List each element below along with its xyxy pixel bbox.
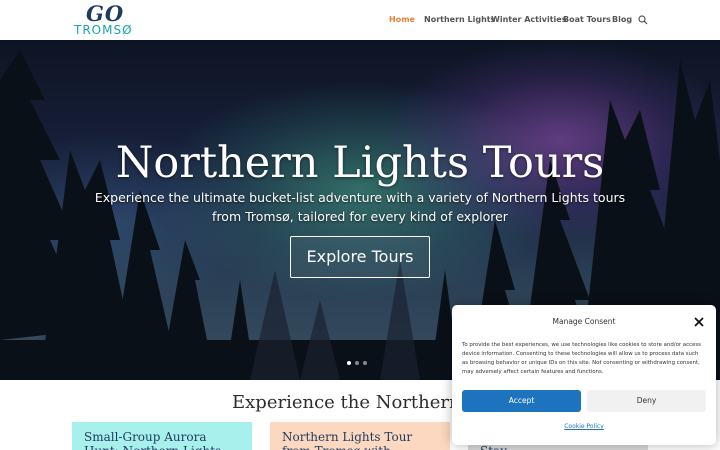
cookie-policy-link[interactable]: Cookie Policy [452, 423, 716, 430]
site-header: GO TROMSØ Home Northern Lights Winter Ac… [0, 0, 720, 40]
nav-winter-activities[interactable]: Winter Activities [491, 15, 566, 24]
slider-dot[interactable] [363, 361, 367, 365]
cookie-consent-dialog: Manage Consent To provide the best exper… [452, 305, 716, 445]
deny-button[interactable]: Deny [587, 390, 706, 412]
tour-card[interactable]: Northern Lights Tour from Tromsø with Un… [270, 422, 450, 450]
section-title: Experience the Northern Li [232, 392, 485, 413]
slider-dots [347, 350, 371, 369]
main-nav: Home Northern Lights Winter Activities B… [0, 15, 720, 27]
tour-card-title: Small-Group Aurora Hunt: Northern Lights… [84, 430, 221, 450]
nav-northern-lights[interactable]: Northern Lights [424, 15, 495, 24]
nav-boat-tours[interactable]: Boat Tours [563, 15, 611, 24]
nav-blog[interactable]: Blog [612, 15, 632, 24]
slider-dot[interactable] [355, 361, 359, 365]
hero-subtitle: Experience the ultimate bucket-list adve… [94, 190, 626, 224]
slider-dot[interactable] [347, 361, 351, 365]
search-icon[interactable] [638, 15, 648, 25]
close-icon[interactable] [694, 317, 704, 327]
accept-button[interactable]: Accept [462, 390, 581, 412]
tour-card[interactable]: Small-Group Aurora Hunt: Northern Lights… [72, 422, 252, 450]
explore-tours-button[interactable]: Explore Tours [290, 236, 430, 278]
tour-card-title: Northern Lights Tour from Tromsø with Un… [282, 430, 413, 450]
consent-title: Manage Consent [552, 317, 616, 326]
hero-title: Northern Lights Tours [115, 138, 605, 188]
nav-home[interactable]: Home [389, 15, 415, 24]
consent-body: To provide the best experiences, we use … [462, 342, 701, 375]
